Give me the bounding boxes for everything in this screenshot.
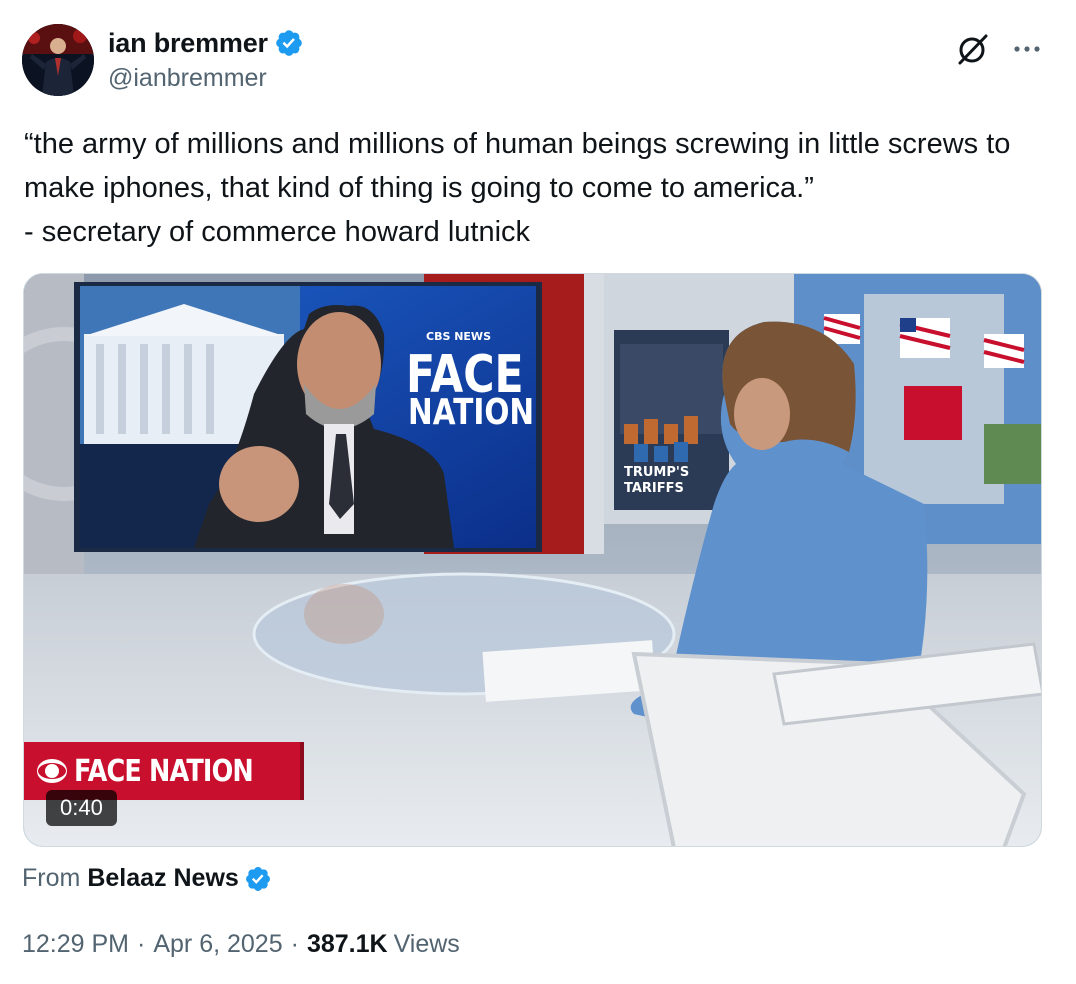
tweet-date[interactable]: Apr 6, 2025 (153, 930, 282, 959)
tweet-meta: 12:29 PM · Apr 6, 2025 · 387.1K Views (22, 930, 460, 959)
tweet-header: ian bremmer @ianbremmer (22, 24, 1054, 98)
avatar[interactable] (22, 24, 94, 96)
display-name[interactable]: ian bremmer (108, 28, 268, 59)
screen-show-nation: NATION (408, 390, 534, 433)
verified-badge-icon (276, 30, 302, 56)
grok-icon[interactable] (956, 32, 990, 66)
monitor-caption-2: TARIFFS (624, 481, 684, 496)
tweet-time[interactable]: 12:29 PM (22, 930, 129, 959)
views-label: Views (393, 930, 460, 958)
bug-text: FACE NATION (74, 753, 254, 789)
name-row: ian bremmer (108, 26, 304, 60)
source-name[interactable]: Belaaz News (87, 864, 238, 893)
source-attribution: From Belaaz News (22, 864, 272, 893)
screen-network-label: CBS NEWS (426, 330, 491, 343)
monitor-caption-1: TRUMP'S (624, 465, 689, 480)
more-icon[interactable] (1012, 34, 1042, 64)
views-count: 387.1K (306, 930, 388, 958)
author-names: ian bremmer @ianbremmer (108, 26, 304, 93)
cbs-eye-logo (37, 759, 67, 783)
video-duration: 0:40 (46, 790, 117, 826)
meta-separator: · (290, 930, 299, 958)
tweet-text: “the army of millions and millions of hu… (24, 128, 1011, 248)
video-player[interactable]: CBS NEWS FACE NATION TRUMP'S TARIFFS FAC… (23, 273, 1042, 847)
source-prefix: From (22, 864, 81, 892)
meta-separator: · (137, 930, 146, 958)
verified-badge-icon (245, 866, 270, 891)
handle[interactable]: @ianbremmer (108, 64, 304, 93)
